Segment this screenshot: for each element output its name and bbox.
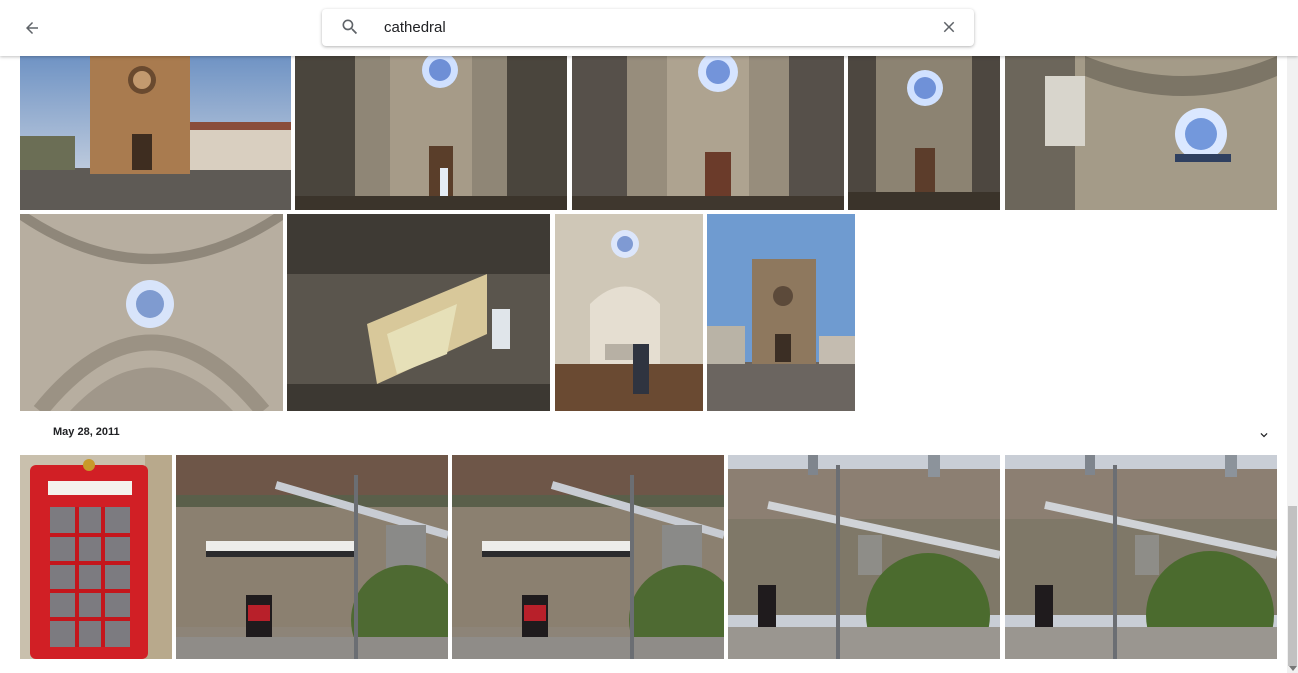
photo-thumbnail bbox=[287, 214, 550, 411]
photo-rose-window-vault[interactable] bbox=[1005, 56, 1277, 210]
photo-thumbnail bbox=[572, 56, 844, 210]
photo-thumbnail bbox=[555, 214, 703, 411]
photo-thumbnail bbox=[20, 56, 291, 210]
back-button[interactable] bbox=[18, 14, 46, 42]
search-icon bbox=[342, 19, 358, 35]
photo-thumbnail bbox=[848, 56, 1000, 210]
photo-light-on-walls[interactable] bbox=[287, 214, 550, 411]
photo-nave-interior-1[interactable] bbox=[295, 56, 567, 210]
photo-millennium-bridge-skyline-2[interactable] bbox=[1005, 455, 1277, 659]
scroll-down-arrow-icon[interactable] bbox=[1289, 666, 1297, 671]
close-icon[interactable] bbox=[940, 18, 958, 36]
photo-millennium-bridge-boat-2[interactable] bbox=[452, 455, 724, 659]
photo-nave-interior-2[interactable] bbox=[572, 56, 844, 210]
photo-millennium-bridge-skyline-1[interactable] bbox=[728, 455, 1000, 659]
photo-thumbnail bbox=[728, 455, 1000, 659]
photo-thumbnail bbox=[707, 214, 855, 411]
photo-millennium-bridge-boat-1[interactable] bbox=[176, 455, 448, 659]
search-box[interactable]: cathedral bbox=[322, 9, 974, 46]
chevron-down-icon[interactable] bbox=[1257, 428, 1271, 442]
photo-nave-interior-3[interactable] bbox=[848, 56, 1000, 210]
photo-thumbnail bbox=[295, 56, 567, 210]
photo-thumbnail bbox=[1005, 455, 1277, 659]
photo-thumbnail bbox=[1005, 56, 1277, 210]
photo-thumbnail bbox=[176, 455, 448, 659]
photo-thumbnail bbox=[20, 214, 283, 411]
photo-thumbnail bbox=[20, 455, 172, 659]
photo-altar-nave[interactable] bbox=[555, 214, 703, 411]
photo-tower-day[interactable] bbox=[707, 214, 855, 411]
photo-tower-exterior-dusk[interactable] bbox=[20, 56, 291, 210]
top-app-bar: cathedral bbox=[0, 0, 1298, 56]
photo-vaulted-ceiling[interactable] bbox=[20, 214, 283, 411]
photo-red-telephone-box[interactable] bbox=[20, 455, 172, 659]
section-date-label: May 28, 2011 bbox=[53, 426, 120, 438]
arrow-left-icon bbox=[26, 22, 38, 34]
scrollbar-thumb[interactable] bbox=[1288, 506, 1297, 666]
photo-thumbnail bbox=[452, 455, 724, 659]
search-input[interactable]: cathedral bbox=[384, 9, 446, 46]
